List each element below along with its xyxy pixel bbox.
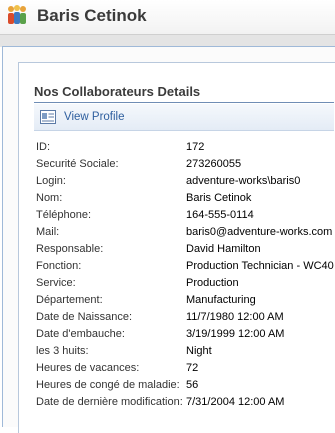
field-row-heures-de-vacances: Heures de vacances: 72: [36, 360, 335, 377]
field-value: 273260055: [186, 158, 242, 170]
field-value: baris0@adventure-works.com: [186, 226, 333, 238]
field-value: 56: [186, 379, 199, 391]
field-row-departement: Département: Manufacturing: [36, 292, 335, 309]
field-value: 164-555-0114: [186, 209, 254, 221]
view-profile-label: View Profile: [64, 111, 125, 123]
field-label: Nom:: [36, 192, 63, 204]
field-row-login: Login: adventure-works\baris0: [36, 173, 335, 190]
field-label: Fonction:: [36, 260, 82, 272]
field-label: Date de dernière modification:: [36, 396, 183, 408]
field-value: 172: [186, 141, 205, 153]
field-value: Manufacturing: [186, 294, 256, 306]
field-value: 11/7/1980 12:00 AM: [186, 311, 284, 323]
field-value: Night: [186, 345, 212, 357]
field-row-id: ID: 172: [36, 139, 335, 156]
field-row-nom: Nom: Baris Cetinok: [36, 190, 335, 207]
field-value: Production Technician - WC40: [186, 260, 334, 272]
webpart-title-underline: [34, 102, 334, 103]
site-title: Baris Cetinok: [37, 6, 147, 25]
field-label: Téléphone:: [36, 209, 92, 221]
title-bar: Baris Cetinok: [0, 0, 335, 34]
people-logo-icon: [8, 5, 26, 24]
field-label: ID:: [36, 141, 51, 153]
field-row-les-3-huits: les 3 huits: Night: [36, 343, 335, 360]
field-value: adventure-works\baris0: [186, 175, 301, 187]
field-value: 72: [186, 362, 199, 374]
field-row-telephone: Téléphone: 164-555-0114: [36, 207, 335, 224]
field-value: Baris Cetinok: [186, 192, 252, 204]
field-label: Heures de vacances:: [36, 362, 140, 374]
field-label: Securité Sociale:: [36, 158, 119, 170]
field-label: Service:: [36, 277, 76, 289]
field-row-date-embauche: Date d'embauche: 3/19/1999 12:00 AM: [36, 326, 335, 343]
profile-card-icon: [40, 110, 56, 124]
field-label: Date d'embauche:: [36, 328, 125, 340]
field-label: Mail:: [36, 226, 60, 238]
field-row-fonction: Fonction: Production Technician - WC40: [36, 258, 335, 275]
field-row-service: Service: Production: [36, 275, 335, 292]
webpart-title: Nos Collaborateurs Details: [34, 84, 201, 99]
field-label: Heures de congé de maladie:: [36, 379, 180, 391]
field-value: 3/19/1999 12:00 AM: [186, 328, 285, 340]
field-label: Responsable:: [36, 243, 104, 255]
field-label: Login:: [36, 175, 66, 187]
field-label: Date de Naissance:: [36, 311, 132, 323]
field-row-securite-sociale: Securité Sociale: 273260055: [36, 156, 335, 173]
field-row-mail: Mail: baris0@adventure-works.com: [36, 224, 335, 241]
field-row-responsable: Responsable: David Hamilton: [36, 241, 335, 258]
field-label: Département:: [36, 294, 103, 306]
webpart-toolbar: View Profile: [34, 104, 334, 131]
field-label: les 3 huits:: [36, 345, 89, 357]
field-row-date-derniere-modification: Date de dernière modification: 7/31/2004 …: [36, 394, 335, 411]
field-row-heures-conge-maladie: Heures de congé de maladie: 56: [36, 377, 335, 394]
field-row-date-de-naissance: Date de Naissance: 11/7/1980 12:00 AM: [36, 309, 335, 326]
details-list: ID: 172 Securité Sociale: 273260055 Login:…: [36, 139, 335, 411]
field-value: David Hamilton: [186, 243, 261, 255]
field-value: Production: [186, 277, 239, 289]
view-profile-button[interactable]: View Profile: [40, 109, 125, 125]
field-value: 7/31/2004 12:00 AM: [186, 396, 285, 408]
